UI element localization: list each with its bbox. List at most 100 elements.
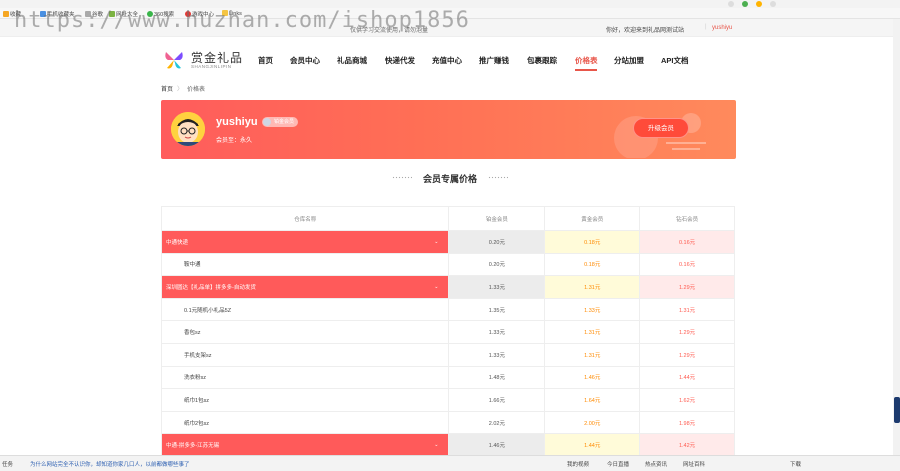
nav-member-center[interactable]: 会员中心 [290,55,320,66]
menu-icon[interactable] [770,1,776,7]
cell-silver-price-text: 1.35元 [488,307,505,314]
product-row: 香包sz 1.33元 1.31元 1.29元 [160,320,735,344]
cell-gold-price: 1.33元 [544,297,641,322]
cell-name: 纸巾1包sz [160,388,450,412]
cell-diamond-price-text: 1.29元 [678,352,696,359]
cell-gold-price: 1.31元 [544,320,641,344]
cell-diamond-price: 1.31元 [639,297,735,322]
cell-silver-price-text: 2.02元 [488,420,505,427]
bookmark-item[interactable]: 收藏 [3,10,21,18]
cell-silver-price: 1.33元 [448,342,546,367]
membership-expiry: 会员至：永久 [216,138,253,144]
chevron-down-icon[interactable]: ⌄ [434,442,438,448]
nav-gift-mall[interactable]: 礼品商城 [337,55,367,66]
bookmark-item[interactable]: 游戏中心 [185,10,214,18]
product-row: 0.1元随机小礼品5Z 1.35元 1.33元 1.31元 [160,297,735,322]
nav-promote[interactable]: 推广赚钱 [479,55,509,66]
feedback-tab[interactable] [894,397,900,423]
nav-api-docs[interactable]: API文档 [661,55,689,66]
cell-name-text: 鞍中通 [184,262,201,269]
table-header-row: 仓库名称 铂金会员 黄金会员 钻石会员 [160,206,735,231]
bookmark-item[interactable]: 360搜索 [147,10,174,18]
extension-icon[interactable] [742,1,748,7]
bookmark-item[interactable]: 手机收藏夹 [40,10,75,18]
extension-icon[interactable] [756,1,762,7]
bookmarks-bar: 收藏 手机收藏夹 谷歌 网址大全 360搜索 游戏中心 Links [0,8,900,19]
cell-diamond-price-text: 1.29元 [678,330,696,337]
product-row: 洗衣粉sz 1.48元 1.46元 1.44元 [160,365,735,390]
warehouse-group-row[interactable]: 深圳圆达【礼品单】拼多多-自动发货 ⌄ 1.33元 1.31元 1.29元 [160,275,735,299]
status-video[interactable]: 我的视频 [567,460,589,468]
cell-gold-price: 2.00元 [544,410,641,435]
nav-home[interactable]: 首页 [258,55,273,66]
warehouse-group-row[interactable]: 中通快递 ⌄ 0.20元 0.18元 0.16元 [160,230,735,254]
status-live[interactable]: 今日直播 [607,460,629,468]
username-link[interactable]: yushiyu [712,25,732,31]
cell-silver-price-text: 1.46元 [488,443,505,450]
cell-gold-price-text: 0.18元 [584,239,601,246]
chevron-down-icon[interactable]: ⌄ [434,239,438,245]
cell-silver-price: 2.02元 [448,410,546,435]
status-news[interactable]: 热点资讯 [645,460,667,468]
divider: | [705,24,707,30]
cell-diamond-price: 0.16元 [639,230,735,254]
cell-silver-price: 1.33元 [448,320,546,344]
banner-username: yushiyu [216,116,258,128]
cell-name: 纸巾2包sz [160,410,450,435]
phone-icon [40,11,46,17]
page-icon [85,11,91,17]
bookmark-item[interactable]: Links [222,10,242,17]
nav-recharge[interactable]: 充值中心 [432,55,462,66]
cell-diamond-price-text: 1.62元 [678,397,696,404]
cell-gold-price-text: 1.46元 [584,375,601,382]
upgrade-button[interactable]: 升级会员 [633,118,689,138]
nav-tracking[interactable]: 包裹跟踪 [527,55,557,66]
nav-franchise[interactable]: 分站加盟 [614,55,644,66]
chevron-down-icon[interactable]: ⌄ [434,284,438,290]
cell-diamond-price: 0.16元 [639,252,735,277]
nav-price-list[interactable]: 价格表 [575,55,598,66]
cell-diamond-price-text: 0.16元 [678,239,696,246]
bookmark-item[interactable]: 网址大全 [109,10,138,18]
cell-silver-price-text: 1.66元 [488,397,505,404]
news-ticker[interactable]: 为什么网站完全不认识你，却知道你家几口人，以前都做哪些事了 [30,460,190,468]
cell-diamond-price-text: 1.44元 [678,375,696,382]
cell-diamond-price-text: 0.16元 [678,262,696,269]
tab-icon[interactable] [728,1,734,7]
avatar-face-icon [171,112,205,146]
cell-name: 中通快递 ⌄ [160,230,450,254]
logo[interactable]: 赏金礼品 SHANGJINLIPIN [163,47,243,73]
product-row: 纸巾1包sz 1.66元 1.64元 1.62元 [160,388,735,412]
cell-silver-price: 0.20元 [448,252,546,277]
cell-gold-price: 1.46元 [544,365,641,390]
cell-gold-price-text: 1.44元 [584,443,601,450]
cell-name-text: 纸巾2包sz [184,420,210,427]
cell-diamond-price: 1.42元 [639,433,735,457]
cell-silver-price-text: 1.33元 [488,284,505,291]
section-title: 会员专属价格 [422,174,477,184]
cell-name-text: 0.1元随机小礼品5Z [184,307,232,314]
star-icon [3,11,9,17]
bookmark-item[interactable]: 谷歌 [85,10,103,18]
cell-gold-price-text: 0.18元 [584,262,601,269]
download-button[interactable]: 下载 [790,460,801,468]
notice-text: 仅供学习交流使用，请勿泡量 [350,28,429,34]
globe-icon [109,11,115,17]
browser-tab-strip [0,0,900,8]
col-diamond: 钻石会员 [639,206,735,231]
nav-express-dropship[interactable]: 快递代发 [385,55,415,66]
status-encyclopedia[interactable]: 网址百科 [683,460,705,468]
cell-diamond-price: 1.29元 [639,320,735,344]
breadcrumb-home[interactable]: 首页 [161,87,173,93]
page-scrollbar[interactable] [893,19,900,455]
avatar[interactable] [171,112,205,146]
cell-diamond-price: 1.44元 [639,365,735,390]
warehouse-group-row[interactable]: 中通-拼多多-江苏无锡 ⌄ 1.46元 1.44元 1.42元 [160,433,735,457]
cell-name: 洗衣粉sz [160,365,450,390]
cell-gold-price-text: 2.00元 [584,420,601,427]
cell-silver-price-text: 1.48元 [488,375,505,382]
cell-name: 手机支架sz [160,342,450,367]
badge-medal-icon [263,118,271,126]
cell-gold-price-text: 1.64元 [584,397,601,404]
cell-diamond-price-text: 1.98元 [678,420,696,427]
